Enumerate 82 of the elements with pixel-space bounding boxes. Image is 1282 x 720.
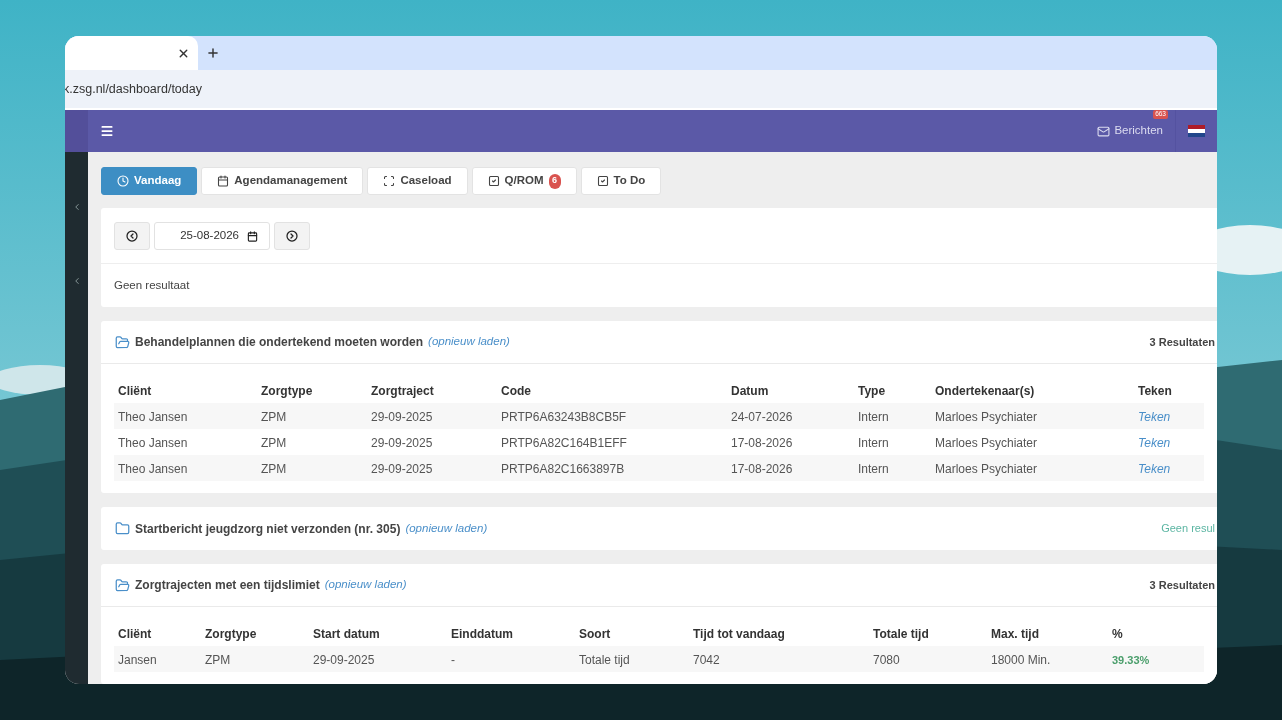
new-tab-icon[interactable] bbox=[206, 46, 220, 60]
table-cell: PRTP6A63243B8CB5F bbox=[501, 410, 627, 424]
table-cell: ZPM bbox=[205, 653, 231, 667]
previous-day-button[interactable] bbox=[114, 222, 150, 250]
column-header: % bbox=[1112, 626, 1123, 641]
nav-tab[interactable]: Vandaag bbox=[101, 167, 198, 195]
nav-tab[interactable]: To Do bbox=[580, 167, 662, 195]
column-header: Teken bbox=[1138, 383, 1172, 398]
date-field[interactable]: 25-08-2026 bbox=[154, 222, 270, 250]
column-header: Cliënt bbox=[118, 383, 152, 398]
panel-title: Zorgtrajecten met een tijdslimiet bbox=[135, 577, 320, 594]
table-cell: Intern bbox=[858, 410, 889, 424]
table-cell: PRTP6A82C1663897B bbox=[501, 462, 625, 476]
reload-link[interactable]: (opnieuw laden) bbox=[324, 576, 407, 594]
sign-link[interactable]: Teken bbox=[1138, 436, 1171, 450]
result-count: 3 Resultaten bbox=[1149, 334, 1215, 350]
nav-tab[interactable]: Q/ROM 6 bbox=[471, 167, 577, 195]
column-header: Tijd tot vandaag bbox=[693, 626, 785, 641]
table-cell: Theo Jansen bbox=[118, 436, 188, 450]
nav-tab[interactable]: Agendamanagement bbox=[201, 167, 364, 195]
table-cell: Marloes Psychiater bbox=[935, 410, 1038, 424]
tab-icon bbox=[217, 175, 230, 187]
table-cell: 29-09-2025 bbox=[313, 653, 375, 667]
sign-link[interactable]: Teken bbox=[1138, 462, 1171, 476]
mail-icon bbox=[1097, 124, 1111, 138]
sign-link[interactable]: Teken bbox=[1138, 410, 1171, 424]
table-cell: Totale tijd bbox=[579, 653, 630, 667]
table-cell: 29-09-2025 bbox=[371, 436, 433, 450]
tab-icon bbox=[596, 175, 609, 187]
table-cell: 17-08-2026 bbox=[731, 436, 793, 450]
reload-link[interactable]: (opnieuw laden) bbox=[405, 519, 488, 538]
table-cell: Jansen bbox=[118, 653, 157, 667]
empty-message: Geen resultaat bbox=[114, 277, 190, 293]
arrow-left-icon bbox=[126, 230, 138, 242]
column-header: Einddatum bbox=[451, 626, 513, 641]
column-header: Ondertekenaar(s) bbox=[935, 383, 1035, 398]
table-cell: 24-07-2026 bbox=[731, 410, 793, 424]
table-cell: Intern bbox=[858, 462, 889, 476]
column-header: Totale tijd bbox=[873, 626, 929, 641]
column-header: Zorgtype bbox=[205, 626, 257, 641]
column-header: Type bbox=[858, 383, 886, 398]
table-cell: 7042 bbox=[693, 653, 720, 667]
table-cell: Theo Jansen bbox=[118, 410, 188, 424]
column-header: Code bbox=[501, 383, 531, 398]
tab-icon bbox=[383, 175, 396, 187]
table-cell: Marloes Psychiater bbox=[935, 436, 1038, 450]
arrow-right-icon bbox=[286, 230, 298, 242]
table-cell: Theo Jansen bbox=[118, 462, 188, 476]
column-header: Cliënt bbox=[118, 626, 152, 641]
count-badge: 6 bbox=[548, 173, 561, 189]
table-cell: 39.33% bbox=[1112, 654, 1150, 666]
table-cell: PRTP6A82C164B1EFF bbox=[501, 436, 627, 450]
panel-title: Behandelplannen die ondertekend moeten worden bbox=[135, 334, 424, 351]
flag-icon[interactable] bbox=[1188, 125, 1205, 137]
column-header: Soort bbox=[579, 626, 611, 641]
table-cell: - bbox=[451, 653, 455, 667]
table-cell: 7080 bbox=[873, 653, 900, 667]
table-cell: ZPM bbox=[261, 436, 287, 450]
column-header: Zorgtraject bbox=[371, 383, 434, 398]
column-header: Max. tijd bbox=[991, 626, 1039, 641]
sidebar-header bbox=[65, 110, 88, 152]
table-cell: Marloes Psychiater bbox=[935, 462, 1038, 476]
column-header: Start datum bbox=[313, 626, 380, 641]
table-cell: 29-09-2025 bbox=[371, 410, 433, 424]
panel-title: Startbericht jeugdzorg niet verzonden (nr. 305) bbox=[135, 520, 401, 538]
result-count: 3 Resultaten bbox=[1149, 577, 1215, 593]
table-cell: 29-09-2025 bbox=[371, 462, 433, 476]
nav-tab[interactable]: Caseload bbox=[367, 167, 468, 195]
table-cell: ZPM bbox=[261, 410, 287, 424]
reload-link[interactable]: (opnieuw laden) bbox=[428, 333, 510, 351]
next-day-button[interactable] bbox=[274, 222, 310, 250]
table-cell: ZPM bbox=[261, 462, 287, 476]
table-cell: 17-08-2026 bbox=[731, 462, 793, 476]
result-count: Geen resul bbox=[1161, 521, 1215, 537]
column-header: Zorgtype bbox=[261, 383, 313, 398]
table-cell: 18000 Min. bbox=[991, 653, 1051, 667]
tab-icon bbox=[117, 175, 129, 187]
calendar-icon bbox=[247, 230, 258, 242]
column-header: Datum bbox=[731, 383, 769, 398]
tab-icon bbox=[487, 175, 500, 187]
table-cell: Intern bbox=[858, 436, 889, 450]
menu-icon[interactable] bbox=[100, 124, 114, 138]
